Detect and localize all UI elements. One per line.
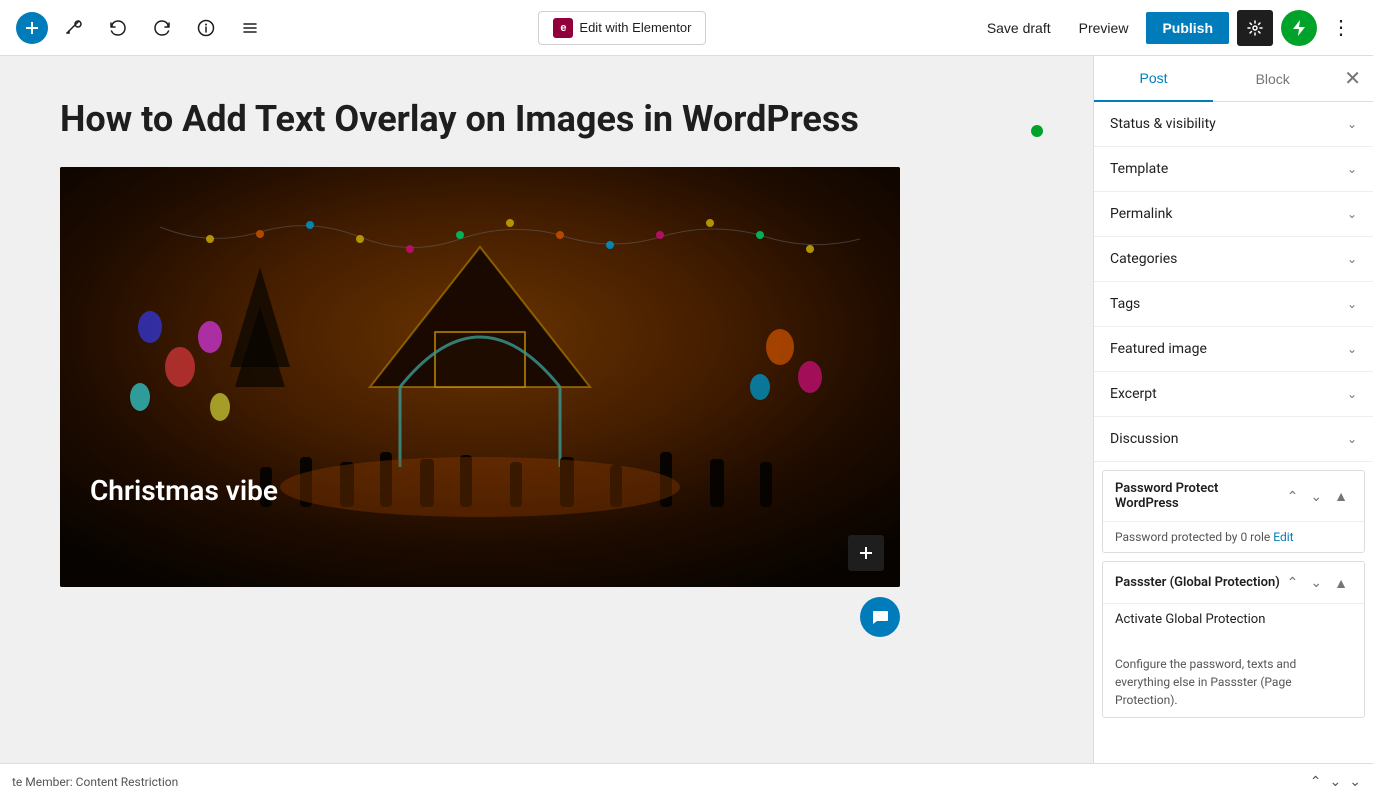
chevron-down-icon-permalink: ⌄	[1347, 207, 1357, 221]
section-template-label: Template	[1110, 161, 1168, 177]
image-caption: Christmas vibe	[90, 474, 278, 507]
password-protect-header: Password Protect WordPress ⌃ ⌄ ▲	[1103, 471, 1364, 521]
elementor-icon: e	[553, 18, 573, 38]
passster-chevron-top[interactable]: ▲	[1330, 572, 1352, 593]
bottom-bar-chevron-up[interactable]: ⌃	[1310, 773, 1322, 790]
section-permalink-header[interactable]: Permalink ⌄	[1094, 192, 1373, 236]
password-protect-edit-link[interactable]: Edit	[1273, 530, 1293, 544]
section-status-visibility-label: Status & visibility	[1110, 116, 1216, 132]
toolbar: e Edit with Elementor Save draft Preview…	[0, 0, 1373, 56]
section-excerpt-label: Excerpt	[1110, 386, 1157, 402]
active-indicator	[1031, 125, 1043, 137]
sidebar-close-button[interactable]: ✕	[1332, 58, 1373, 99]
section-excerpt: Excerpt ⌄	[1094, 372, 1373, 417]
elementor-btn-label: Edit with Elementor	[579, 20, 691, 35]
password-protect-title: Password Protect WordPress	[1115, 481, 1283, 511]
add-block-toolbar-button[interactable]	[16, 12, 48, 44]
editor-area: How to Add Text Overlay on Images in Wor…	[0, 56, 1093, 763]
section-permalink: Permalink ⌄	[1094, 192, 1373, 237]
passster-controls: ⌃ ⌄ ▲	[1283, 572, 1352, 593]
image-block: Christmas vibe	[60, 167, 900, 587]
section-status-visibility-header[interactable]: Status & visibility ⌄	[1094, 102, 1373, 146]
passster-configure-text: Configure the password, texts and everyt…	[1115, 655, 1352, 709]
image-svg	[60, 167, 900, 587]
info-button[interactable]	[188, 10, 224, 46]
bottom-bar: te Member: Content Restriction ⌃ ⌄ ⌄	[0, 763, 1373, 799]
chevron-down-icon-discussion: ⌄	[1347, 432, 1357, 446]
section-categories-header[interactable]: Categories ⌄	[1094, 237, 1373, 281]
bottom-bar-chevron-close[interactable]: ⌄	[1349, 773, 1361, 790]
bottom-bar-text: te Member: Content Restriction	[12, 775, 1302, 789]
passster-chevron-up[interactable]: ⌃	[1283, 572, 1303, 593]
tab-post[interactable]: Post	[1094, 56, 1213, 102]
plugin-controls: ⌃ ⌄ ▲	[1283, 486, 1352, 507]
section-tags-header[interactable]: Tags ⌄	[1094, 282, 1373, 326]
passster-section: Passster (Global Protection) ⌃ ⌄ ▲ Activ…	[1102, 561, 1365, 718]
toolbar-center: e Edit with Elementor	[276, 11, 969, 45]
password-protect-section: Password Protect WordPress ⌃ ⌄ ▲ Passwor…	[1102, 470, 1365, 553]
chevron-down-icon-tags: ⌄	[1347, 297, 1357, 311]
section-tags-label: Tags	[1110, 296, 1140, 312]
toolbar-left	[16, 10, 268, 46]
redo-button[interactable]	[144, 10, 180, 46]
section-permalink-label: Permalink	[1110, 206, 1172, 222]
section-discussion-header[interactable]: Discussion ⌄	[1094, 417, 1373, 461]
chevron-down-icon-categories: ⌄	[1347, 252, 1357, 266]
publish-button[interactable]: Publish	[1146, 12, 1229, 44]
password-protect-text: Password protected by 0 role	[1115, 530, 1270, 544]
section-status-visibility: Status & visibility ⌄	[1094, 102, 1373, 147]
tools-button[interactable]	[56, 10, 92, 46]
password-protect-body: Password protected by 0 role Edit	[1103, 521, 1364, 552]
settings-button[interactable]	[1237, 10, 1273, 46]
main-layout: How to Add Text Overlay on Images in Wor…	[0, 56, 1373, 763]
plugin-chevron-top[interactable]: ▲	[1330, 486, 1352, 507]
section-categories-label: Categories	[1110, 251, 1177, 267]
preview-button[interactable]: Preview	[1069, 14, 1139, 42]
sidebar: Post Block ✕ Status & visibility ⌄ Templ…	[1093, 56, 1373, 763]
section-discussion: Discussion ⌄	[1094, 417, 1373, 462]
passster-body: Activate Global Protection Configure the…	[1103, 603, 1364, 717]
chat-bubble-icon[interactable]	[860, 597, 900, 637]
save-draft-button[interactable]: Save draft	[977, 14, 1061, 42]
chevron-down-icon-excerpt: ⌄	[1347, 387, 1357, 401]
sidebar-tabs: Post Block ✕	[1094, 56, 1373, 102]
passster-activate-label: Activate Global Protection	[1115, 612, 1352, 627]
post-title[interactable]: How to Add Text Overlay on Images in Wor…	[60, 96, 1033, 143]
section-template: Template ⌄	[1094, 147, 1373, 192]
section-categories: Categories ⌄	[1094, 237, 1373, 282]
section-featured-image: Featured image ⌄	[1094, 327, 1373, 372]
plugin-chevron-up[interactable]: ⌃	[1283, 486, 1303, 507]
tab-block[interactable]: Block	[1213, 57, 1332, 101]
list-view-button[interactable]	[232, 10, 268, 46]
chevron-down-icon: ⌄	[1347, 117, 1357, 131]
section-excerpt-header[interactable]: Excerpt ⌄	[1094, 372, 1373, 416]
add-block-button[interactable]	[848, 535, 884, 571]
chevron-down-icon-featured: ⌄	[1347, 342, 1357, 356]
sidebar-content: Status & visibility ⌄ Template ⌄ Permali…	[1094, 102, 1373, 763]
section-featured-image-label: Featured image	[1110, 341, 1207, 357]
section-template-header[interactable]: Template ⌄	[1094, 147, 1373, 191]
more-options-button[interactable]: ⋮	[1325, 11, 1357, 44]
featured-image[interactable]: Christmas vibe	[60, 167, 900, 587]
chat-area	[60, 587, 900, 637]
edit-with-elementor-button[interactable]: e Edit with Elementor	[538, 11, 706, 45]
passster-title: Passster (Global Protection)	[1115, 575, 1280, 590]
plugin-chevron-down[interactable]: ⌄	[1306, 486, 1326, 507]
undo-button[interactable]	[100, 10, 136, 46]
lightning-button[interactable]	[1281, 10, 1317, 46]
section-tags: Tags ⌄	[1094, 282, 1373, 327]
chevron-down-icon-template: ⌄	[1347, 162, 1357, 176]
bottom-bar-chevron-down[interactable]: ⌄	[1330, 773, 1342, 790]
passster-header: Passster (Global Protection) ⌃ ⌄ ▲	[1103, 562, 1364, 603]
section-discussion-label: Discussion	[1110, 431, 1178, 447]
section-featured-image-header[interactable]: Featured image ⌄	[1094, 327, 1373, 371]
passster-chevron-down[interactable]: ⌄	[1306, 572, 1326, 593]
toolbar-right: Save draft Preview Publish ⋮	[977, 10, 1357, 46]
